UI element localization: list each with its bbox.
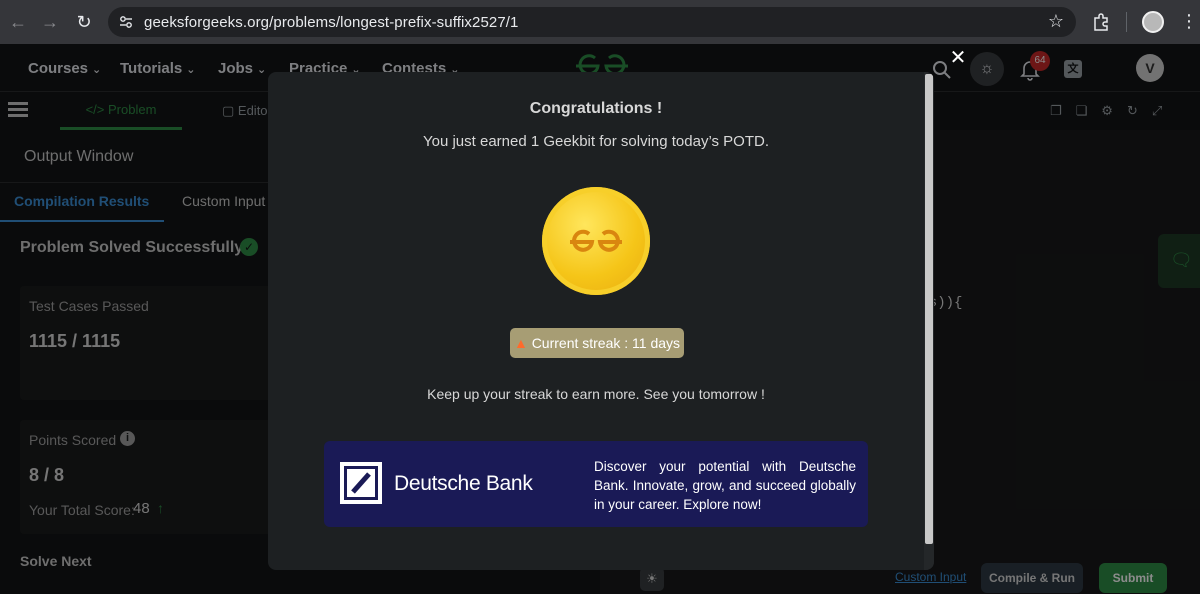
extensions-icon[interactable] [1091, 12, 1111, 32]
keep-up-text: Keep up your streak to earn more. See yo… [427, 386, 765, 402]
streak-badge: ▲ Current streak : 11 days [510, 328, 684, 358]
modal-scrollbar[interactable] [924, 72, 934, 570]
deutsche-bank-logo-icon [340, 462, 382, 504]
chrome-menu-icon[interactable]: ⋮ [1180, 10, 1198, 32]
congrats-modal: Congratulations ! You just earned 1 Geek… [268, 72, 934, 570]
close-icon[interactable]: ✕ [947, 47, 969, 69]
ad-banner[interactable]: Deutsche Bank Discover your potential wi… [324, 441, 868, 527]
toolbar-divider [1126, 12, 1127, 32]
back-icon[interactable]: ← [6, 10, 30, 34]
reload-icon[interactable]: ↻ [72, 10, 96, 34]
bookmark-star-icon[interactable]: ☆ [1048, 11, 1064, 32]
browser-toolbar: ← → ↻ geeksforgeeks.org/problems/longest… [0, 0, 1200, 44]
url-text[interactable]: geeksforgeeks.org/problems/longest-prefi… [144, 14, 519, 31]
ad-brand: Deutsche Bank [394, 472, 533, 495]
forward-icon[interactable]: → [38, 10, 62, 34]
site-settings-icon[interactable] [118, 14, 134, 30]
address-bar[interactable]: geeksforgeeks.org/problems/longest-prefi… [108, 7, 1076, 37]
fire-icon: ▲ [513, 335, 528, 351]
modal-title: Congratulations ! [529, 100, 663, 117]
modal-subtitle: You just earned 1 Geekbit for solving to… [422, 133, 770, 150]
geekbit-coin-icon [542, 187, 650, 295]
profile-avatar[interactable] [1142, 11, 1164, 33]
ad-text: Discover your potential with Deutsche Ba… [594, 459, 856, 512]
